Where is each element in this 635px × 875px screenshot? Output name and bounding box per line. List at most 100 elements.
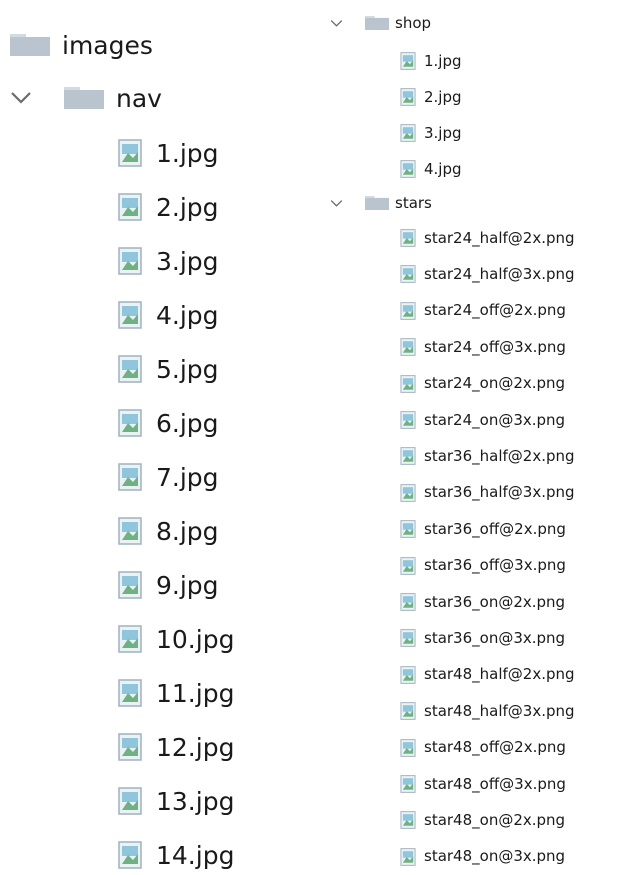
file-label: star24_off@3x.png — [424, 337, 566, 356]
file-item[interactable]: 7.jpg — [118, 457, 219, 497]
file-item[interactable]: star24_on@2x.png — [400, 373, 565, 395]
folder-label: nav — [116, 83, 162, 113]
file-item[interactable]: star24_half@3x.png — [400, 263, 575, 285]
file-item[interactable]: star48_half@3x.png — [400, 700, 575, 722]
image-file-icon — [400, 374, 416, 393]
file-item[interactable]: 2.jpg — [118, 187, 219, 227]
file-item[interactable]: 4.jpg — [118, 295, 219, 335]
file-label: star36_on@3x.png — [424, 628, 566, 647]
file-label: 5.jpg — [156, 354, 219, 384]
image-file-icon — [400, 738, 416, 757]
folder-icon — [64, 87, 104, 109]
image-file-icon — [400, 160, 416, 178]
file-item[interactable]: star24_off@3x.png — [400, 336, 566, 358]
file-item[interactable]: star24_on@3x.png — [400, 409, 565, 431]
file-item[interactable]: star36_on@2x.png — [400, 591, 565, 613]
file-item[interactable]: 1.jpg — [400, 50, 462, 72]
chevron-down-icon[interactable] — [330, 199, 343, 208]
folder-nav[interactable]: nav — [10, 78, 162, 118]
image-file-icon — [400, 847, 416, 866]
file-label: star48_half@3x.png — [424, 701, 575, 720]
file-label: 13.jpg — [156, 786, 235, 816]
file-item[interactable]: star48_on@3x.png — [400, 846, 565, 868]
file-item[interactable]: 11.jpg — [118, 673, 234, 713]
image-file-icon — [118, 355, 142, 383]
image-file-icon — [400, 556, 416, 575]
file-item[interactable]: star24_off@2x.png — [400, 300, 566, 322]
file-label: 8.jpg — [156, 516, 219, 546]
file-label: 14.jpg — [156, 840, 235, 870]
file-item[interactable]: 1.jpg — [118, 133, 219, 173]
image-file-icon — [400, 52, 416, 70]
image-file-icon — [400, 483, 416, 502]
image-file-icon — [118, 733, 142, 761]
file-item[interactable]: star48_off@2x.png — [400, 737, 566, 759]
file-item[interactable]: 14.jpg — [118, 835, 234, 875]
folder-icon — [365, 196, 389, 210]
file-item[interactable]: 9.jpg — [118, 565, 219, 605]
file-label: star48_off@3x.png — [424, 774, 566, 793]
file-label: 2.jpg — [424, 87, 462, 106]
folder-images[interactable]: images — [10, 25, 153, 65]
file-item[interactable]: 6.jpg — [118, 403, 219, 443]
folder-label: stars — [395, 193, 432, 212]
file-label: star48_off@2x.png — [424, 738, 566, 757]
file-label: 3.jpg — [156, 246, 219, 276]
image-file-icon — [118, 247, 142, 275]
file-item[interactable]: star36_off@3x.png — [400, 555, 566, 577]
file-item[interactable]: star36_half@2x.png — [400, 445, 575, 467]
file-label: star48_on@3x.png — [424, 847, 566, 866]
file-item[interactable]: 13.jpg — [118, 781, 234, 821]
folder-icon — [365, 16, 389, 30]
folder-stars[interactable]: stars — [330, 192, 432, 214]
file-item[interactable]: star24_half@2x.png — [400, 227, 575, 249]
image-file-icon — [118, 841, 142, 869]
image-file-icon — [118, 625, 142, 653]
image-file-icon — [400, 775, 416, 793]
file-label: star36_half@2x.png — [424, 446, 575, 465]
file-label: 12.jpg — [156, 732, 235, 762]
image-file-icon — [118, 463, 142, 491]
file-item[interactable]: 3.jpg — [400, 122, 462, 144]
file-item[interactable]: 2.jpg — [400, 86, 462, 108]
image-file-icon — [118, 679, 142, 707]
image-file-icon — [118, 409, 142, 437]
file-item[interactable]: 5.jpg — [118, 349, 219, 389]
left-tree-pane: images nav 1.jpg 2.jpg 3.jpg 4.jpg 5.jpg 6.jpg 7… — [0, 0, 310, 869]
chevron-down-icon[interactable] — [10, 91, 32, 105]
file-item[interactable]: star36_on@3x.png — [400, 627, 565, 649]
image-file-icon — [118, 787, 142, 815]
image-file-icon — [400, 520, 416, 539]
file-item[interactable]: star48_half@2x.png — [400, 664, 575, 686]
file-item[interactable]: star36_off@2x.png — [400, 518, 566, 540]
folder-label: shop — [395, 13, 432, 32]
file-label: 10.jpg — [156, 624, 235, 654]
folder-shop[interactable]: shop — [330, 12, 431, 34]
image-file-icon — [118, 193, 142, 221]
file-item[interactable]: 3.jpg — [118, 241, 219, 281]
image-file-icon — [400, 665, 416, 684]
file-item[interactable]: 10.jpg — [118, 619, 234, 659]
file-label: 1.jpg — [156, 138, 219, 168]
file-item[interactable]: 12.jpg — [118, 727, 234, 767]
file-item[interactable]: 8.jpg — [118, 511, 219, 551]
file-label: 11.jpg — [156, 678, 235, 708]
file-label: star36_on@2x.png — [424, 592, 566, 611]
file-item[interactable]: 4.jpg — [400, 158, 462, 180]
file-item[interactable]: star36_half@3x.png — [400, 482, 575, 504]
file-label: 7.jpg — [156, 462, 219, 492]
folder-label: images — [62, 30, 153, 60]
file-label: star36_half@3x.png — [424, 483, 575, 502]
image-file-icon — [400, 702, 416, 721]
file-label: star24_on@2x.png — [424, 374, 566, 393]
file-label: 9.jpg — [156, 570, 219, 600]
file-item[interactable]: star48_off@3x.png — [400, 773, 566, 795]
image-file-icon — [118, 301, 142, 329]
chevron-down-icon[interactable] — [330, 19, 343, 28]
file-item[interactable]: star48_on@2x.png — [400, 809, 565, 831]
right-tree-pane: shop 1.jpg 2.jpg 3.jpg 4.jpg stars star24_half… — [310, 0, 635, 868]
file-label: 6.jpg — [156, 408, 219, 438]
file-label: 1.jpg — [424, 51, 462, 70]
image-file-icon — [118, 571, 142, 599]
file-label: star24_on@3x.png — [424, 410, 566, 429]
